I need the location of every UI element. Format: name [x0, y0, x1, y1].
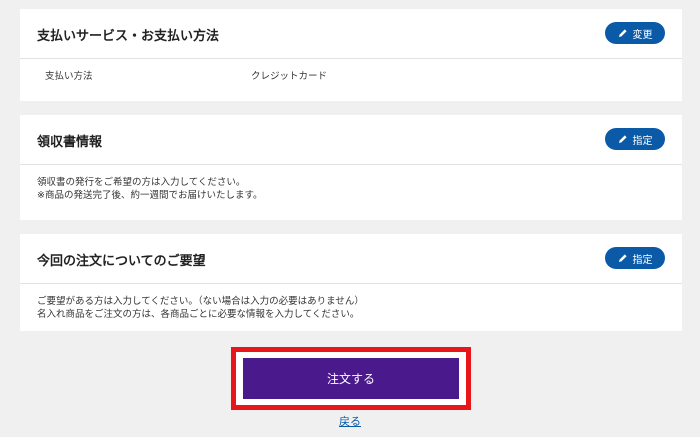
payment-card-title: 支払いサービス・お支払い方法 — [37, 29, 220, 44]
request-card-header: 今回の注文についてのご要望 指定 — [20, 234, 682, 284]
back-link[interactable]: 戻る — [339, 413, 361, 429]
change-payment-button-label: 変更 — [632, 29, 653, 41]
specify-receipt-button[interactable]: 指定 — [605, 128, 665, 150]
payment-card-header: 支払いサービス・お支払い方法 変更 — [20, 9, 682, 59]
pencil-icon — [618, 29, 627, 37]
receipt-card-title: 領収書情報 — [37, 135, 103, 150]
specify-receipt-button-label: 指定 — [632, 135, 653, 147]
specify-request-button-label: 指定 — [632, 254, 653, 266]
payment-card: 支払いサービス・お支払い方法 変更 支払い方法 クレジットカード — [20, 9, 682, 101]
receipt-card: 領収書情報 指定 領収書の発行をご希望の方は入力してください。 ※商品の発送完了… — [20, 115, 682, 220]
request-description: ご要望がある方は入力してください。（ない場合は入力の必要はありません） 名入れ商… — [20, 284, 682, 321]
receipt-line-2: ※商品の発送完了後、約一週間でお届けいたします。 — [37, 190, 263, 201]
place-order-button[interactable]: 注文する — [243, 358, 459, 399]
pencil-icon — [618, 254, 627, 262]
change-payment-button[interactable]: 変更 — [605, 22, 665, 44]
pencil-icon — [618, 135, 627, 143]
receipt-description: 領収書の発行をご希望の方は入力してください。 ※商品の発送完了後、約一週間でお届… — [20, 165, 682, 202]
payment-method-label: 支払い方法 — [45, 71, 93, 82]
payment-method-row: 支払い方法 クレジットカード — [20, 59, 682, 97]
request-card: 今回の注文についてのご要望 指定 ご要望がある方は入力してください。（ない場合は… — [20, 234, 682, 331]
payment-method-value: クレジットカード — [251, 71, 328, 82]
request-line-2: 名入れ商品をご注文の方は、各商品ごとに必要な情報を入力してください。 — [37, 309, 360, 320]
request-card-title: 今回の注文についてのご要望 — [37, 254, 206, 269]
request-line-1: ご要望がある方は入力してください。（ない場合は入力の必要はありません） — [37, 296, 364, 307]
receipt-card-header: 領収書情報 指定 — [20, 115, 682, 165]
order-button-highlight: 注文する — [231, 347, 471, 410]
specify-request-button[interactable]: 指定 — [605, 247, 665, 269]
receipt-line-1: 領収書の発行をご希望の方は入力してください。 — [37, 177, 246, 188]
